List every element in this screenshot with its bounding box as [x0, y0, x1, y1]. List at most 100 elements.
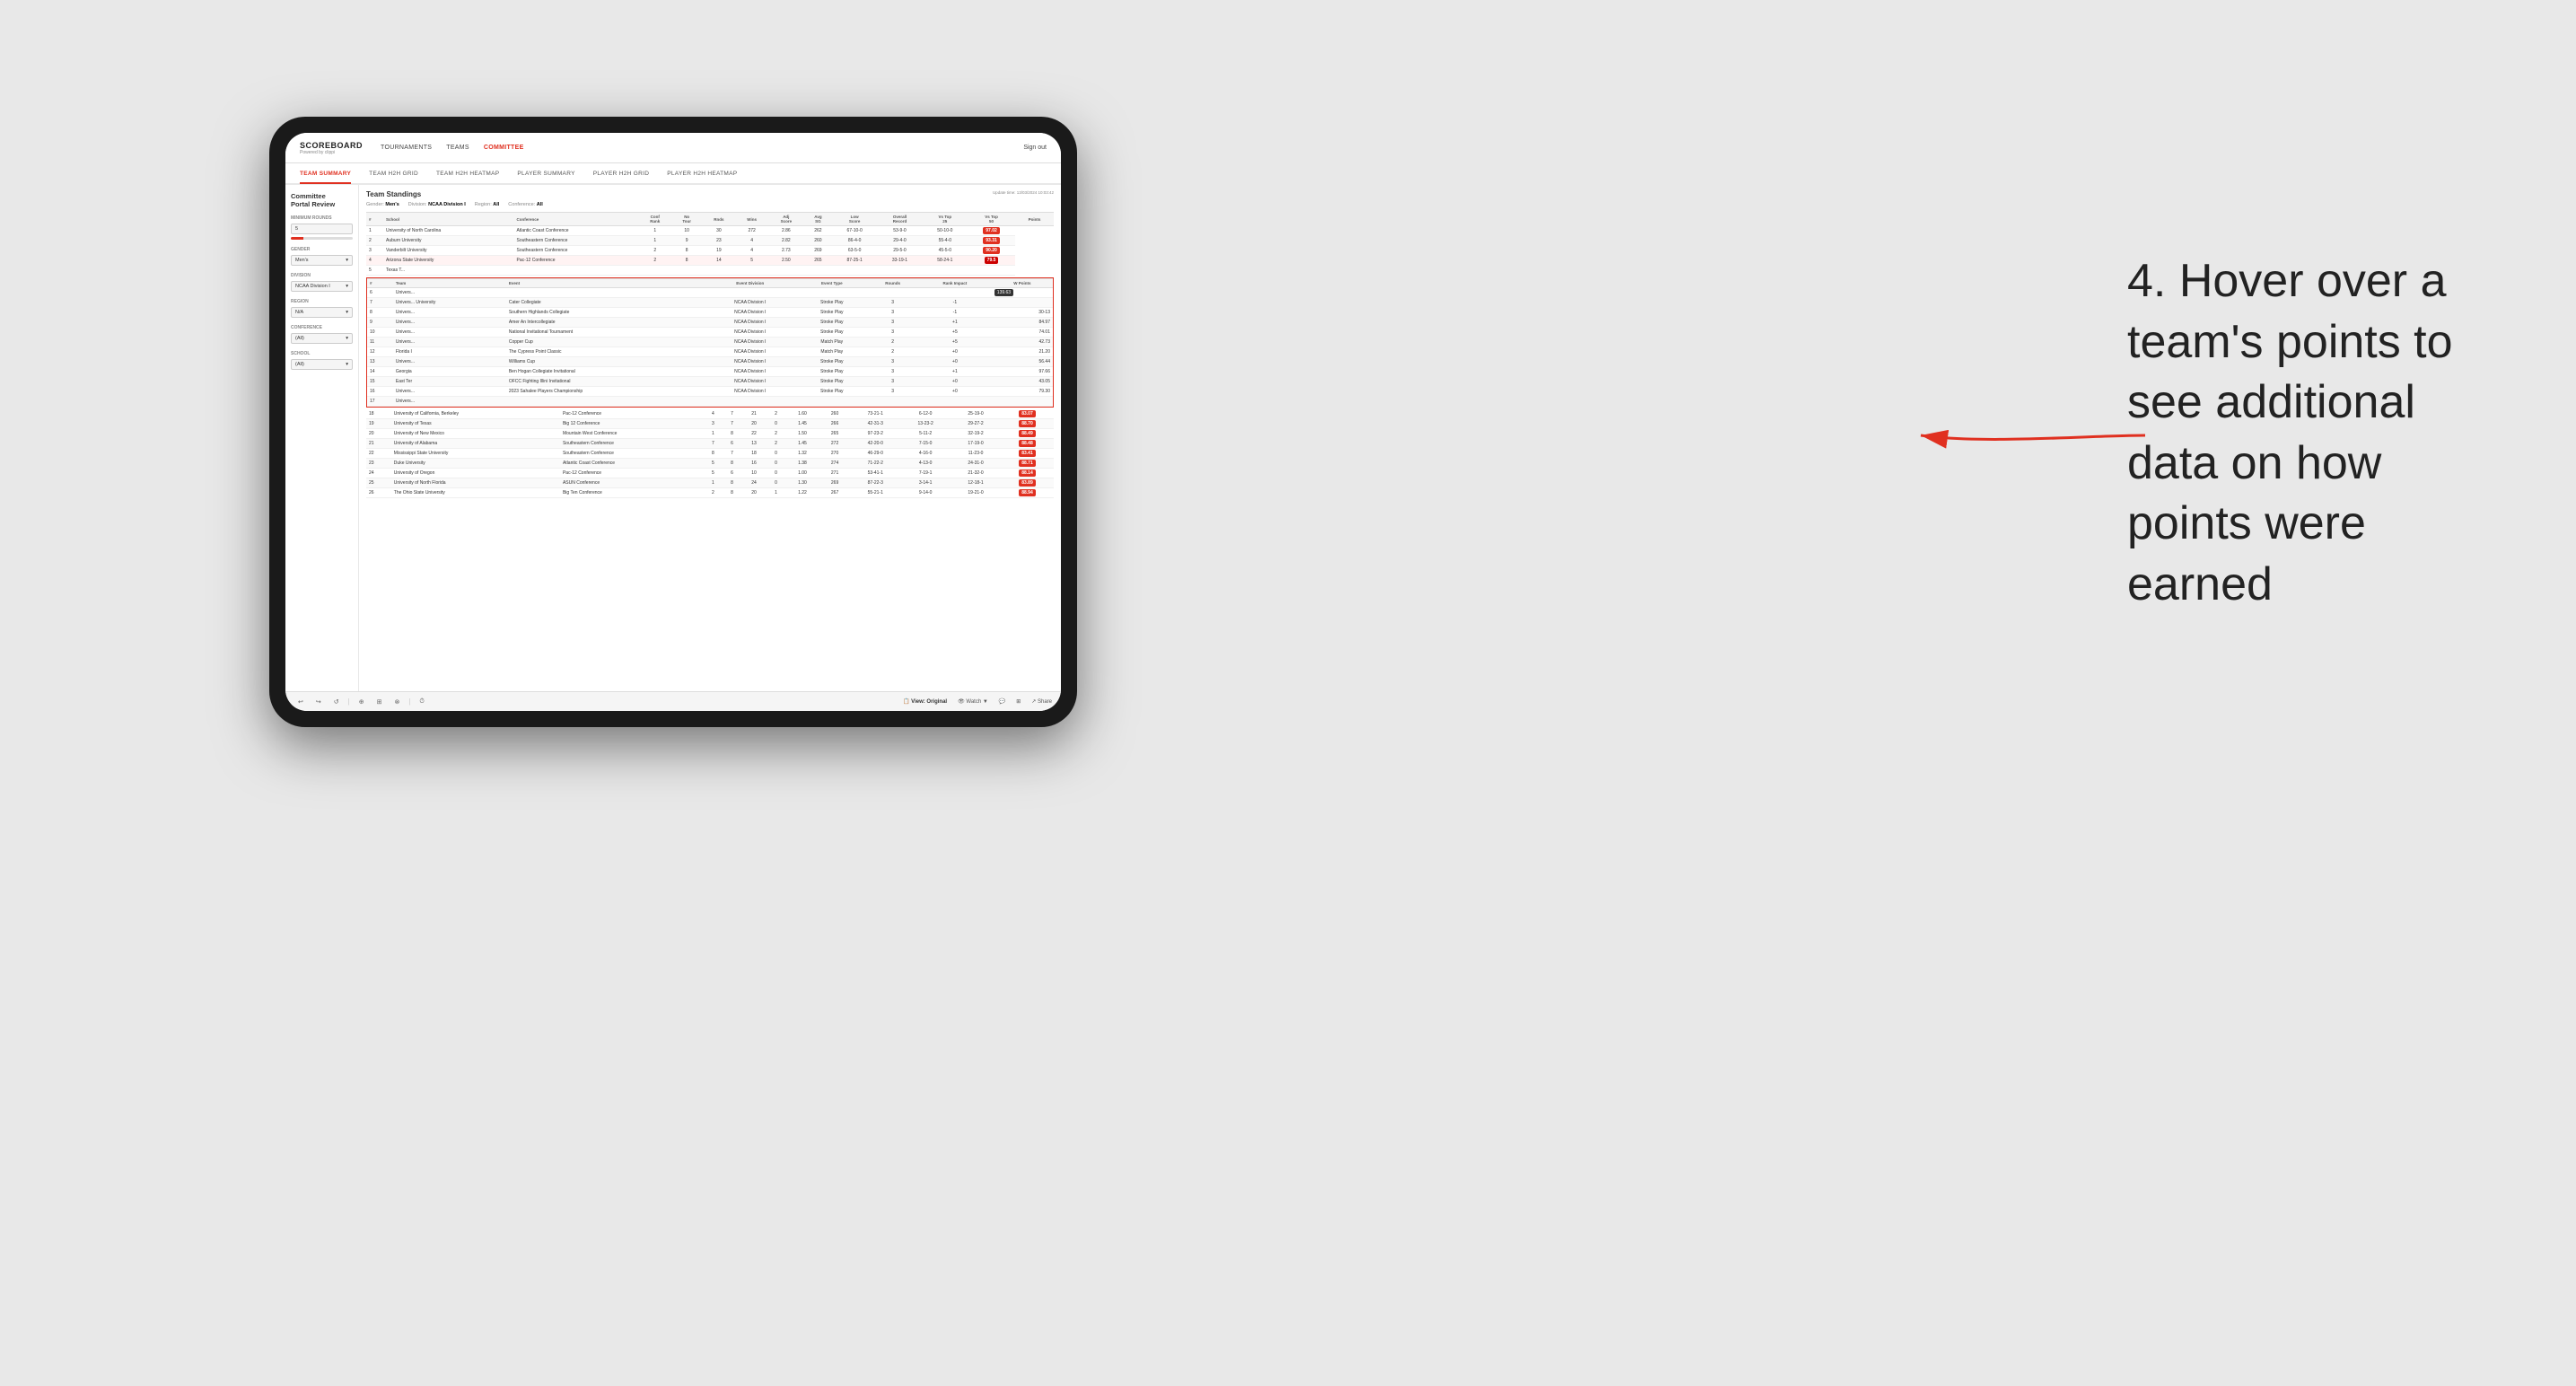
popup-header-row: # Team Event Event Division Event Type R… — [367, 279, 1053, 288]
subnav-team-h2h-heatmap[interactable]: TEAM H2H HEATMAP — [436, 164, 499, 184]
filter-region: Region: All — [475, 202, 500, 207]
zoom-in-button[interactable]: ⊕ — [355, 697, 368, 707]
reset-button[interactable]: ↺ — [330, 697, 343, 707]
sidebar-input-conference[interactable]: (All) ▾ — [291, 333, 353, 344]
redo-button[interactable]: ↪ — [312, 697, 325, 707]
filter-division: Division: NCAA Division I — [408, 202, 466, 207]
points-badge-24[interactable]: 88.14 — [1019, 469, 1036, 477]
col-low-score: LowScore — [832, 213, 877, 226]
col-conference: Conference — [513, 213, 638, 226]
sidebar-input-rounds[interactable]: 5 — [291, 224, 353, 234]
popup-row: 12 Florida I The Cypress Point Classic N… — [367, 347, 1053, 357]
col-rnds: Rnds — [702, 213, 735, 226]
table-row: 24 University of Oregon Pac-12 Conferenc… — [366, 469, 1054, 478]
chevron-down-icon-5: ▾ — [346, 362, 348, 367]
sidebar-label-school: School — [291, 351, 353, 356]
sidebar-input-division[interactable]: NCAA Division I ▾ — [291, 281, 353, 292]
points-badge-4[interactable]: 79.5 — [985, 257, 999, 264]
popup-overlay: # Team Event Event Division Event Type R… — [366, 277, 1054, 408]
sidebar-section-region: Region N/A ▾ — [291, 299, 353, 318]
subnav-team-h2h-grid[interactable]: TEAM H2H GRID — [369, 164, 418, 184]
col-wins: Wins — [736, 213, 768, 226]
points-badge-20[interactable]: 88.49 — [1019, 430, 1036, 437]
table-row: 25 University of North Florida ASUN Conf… — [366, 478, 1054, 488]
points-badge-19[interactable]: 88.70 — [1019, 420, 1036, 427]
filter-gender-val: Men's — [385, 202, 399, 207]
clock-icon[interactable]: ⏱ — [416, 697, 427, 707]
points-badge-21[interactable]: 88.48 — [1019, 440, 1036, 447]
sign-out-link[interactable]: Sign out — [1023, 145, 1047, 151]
table-row: 5 Texas T... — [366, 266, 1054, 276]
points-badge-3[interactable]: 90.20 — [983, 247, 1000, 254]
layout-button[interactable]: ⊞ — [1016, 698, 1021, 705]
watch-button[interactable]: 👁 Watch ▼ — [958, 698, 988, 705]
points-badge[interactable]: 97.02 — [983, 227, 1000, 234]
points-badge-22[interactable]: 83.41 — [1019, 450, 1036, 457]
tablet-device: SCOREBOARD Powered by clippi TOURNAMENTS… — [269, 117, 1077, 727]
col-points: Points — [1015, 213, 1054, 226]
header-left: SCOREBOARD Powered by clippi TOURNAMENTS… — [300, 141, 524, 155]
chevron-down-icon-2: ▾ — [346, 284, 348, 289]
popup-col-event-div: Event Division — [704, 279, 796, 288]
nav-committee[interactable]: COMMITTEE — [484, 145, 524, 151]
popup-table: # Team Event Event Division Event Type R… — [367, 278, 1053, 407]
share-button[interactable]: ↗ Share — [1031, 698, 1052, 705]
popup-row: 11 Univers... Copper Cup NCAA Division I… — [367, 338, 1053, 347]
popup-col-rank-impact: Rank Impact — [918, 279, 992, 288]
lower-standings-table: 18 University of California, Berkeley Pa… — [366, 409, 1054, 498]
points-badge-18[interactable]: 83.07 — [1019, 410, 1036, 417]
sidebar-input-region[interactable]: N/A ▾ — [291, 307, 353, 318]
subnav-team-summary[interactable]: TEAM SUMMARY — [300, 164, 351, 184]
col-school: School — [383, 213, 513, 226]
comment-button[interactable]: 💬 — [999, 698, 1005, 705]
sidebar-input-school[interactable]: (All) ▾ — [291, 359, 353, 370]
filter-conference-val: All — [537, 202, 543, 207]
toolbar-left: ↩ ↪ ↺ | ⊕ ⊞ ⊗ | ⏱ — [294, 697, 428, 707]
popup-col-event-type: Event Type — [796, 279, 867, 288]
popup-col-w-points: W Points — [992, 279, 1053, 288]
popup-row: 7 Univers... University Cater Collegiate… — [367, 298, 1053, 308]
undo-button[interactable]: ↩ — [294, 697, 307, 707]
table-row: 22 Mississippi State University Southeas… — [366, 449, 1054, 459]
points-badge-26[interactable]: 88.94 — [1019, 489, 1036, 496]
nav-teams[interactable]: TEAMS — [446, 145, 469, 151]
sidebar-section-division: Division NCAA Division I ▾ — [291, 273, 353, 292]
app-title: SCOREBOARD — [300, 141, 363, 150]
points-badge-2[interactable]: 93.31 — [983, 237, 1000, 244]
header-nav: SCOREBOARD Powered by clippi TOURNAMENTS… — [285, 133, 1061, 163]
subnav-player-h2h-grid[interactable]: PLAYER H2H GRID — [593, 164, 650, 184]
popup-row: 15 East Ter OFCC Fighting Illini Invitat… — [367, 377, 1053, 387]
subnav-player-h2h-heatmap[interactable]: PLAYER H2H HEATMAP — [667, 164, 737, 184]
report-title: Team Standings — [366, 190, 421, 198]
main-nav: TOURNAMENTS TEAMS COMMITTEE — [381, 145, 524, 151]
filter-region-val: All — [493, 202, 499, 207]
sidebar-section-gender: Gender Men's ▾ — [291, 247, 353, 266]
subnav-player-summary[interactable]: PLAYER SUMMARY — [517, 164, 574, 184]
points-badge-25[interactable]: 83.89 — [1019, 479, 1036, 487]
sidebar-rounds-value: 5 — [295, 226, 298, 232]
chevron-down-icon: ▾ — [346, 258, 348, 263]
popup-col-event: Event — [506, 279, 704, 288]
points-badge-23[interactable]: 88.71 — [1019, 460, 1036, 467]
settings-button[interactable]: ⊗ — [390, 697, 403, 707]
popup-row: 8 Univers... Southern Highlands Collegia… — [367, 308, 1053, 318]
sidebar-section-rounds: Minimum Rounds 5 — [291, 215, 353, 240]
sidebar-label-conference: Conference — [291, 325, 353, 330]
sidebar-input-gender[interactable]: Men's ▾ — [291, 255, 353, 266]
popup-row: 10 Univers... National Invitational Tour… — [367, 328, 1053, 338]
report-title-section: Team Standings — [366, 190, 421, 198]
app-subtitle: Powered by clippi — [300, 150, 363, 155]
view-original-button[interactable]: 📋 View: Original — [903, 698, 947, 705]
table-row: 2 Auburn University Southeastern Confere… — [366, 236, 1054, 246]
standings-table: # School Conference ConfRank NoTour Rnds… — [366, 212, 1054, 276]
popup-row: 17 Univers... — [367, 397, 1053, 407]
app-logo: SCOREBOARD Powered by clippi — [300, 141, 363, 155]
sidebar-slider-rounds[interactable] — [291, 237, 353, 240]
table-row: 23 Duke University Atlantic Coast Confer… — [366, 459, 1054, 469]
popup-row: 14 Georgia Ben Hogan Collegiate Invitati… — [367, 367, 1053, 377]
col-adj-score: AdjScore — [768, 213, 804, 226]
zoom-icon[interactable]: ⊞ — [373, 697, 386, 707]
sub-nav: TEAM SUMMARY TEAM H2H GRID TEAM H2H HEAT… — [285, 163, 1061, 185]
filter-gender: Gender: Men's — [366, 202, 399, 207]
nav-tournaments[interactable]: TOURNAMENTS — [381, 145, 432, 151]
